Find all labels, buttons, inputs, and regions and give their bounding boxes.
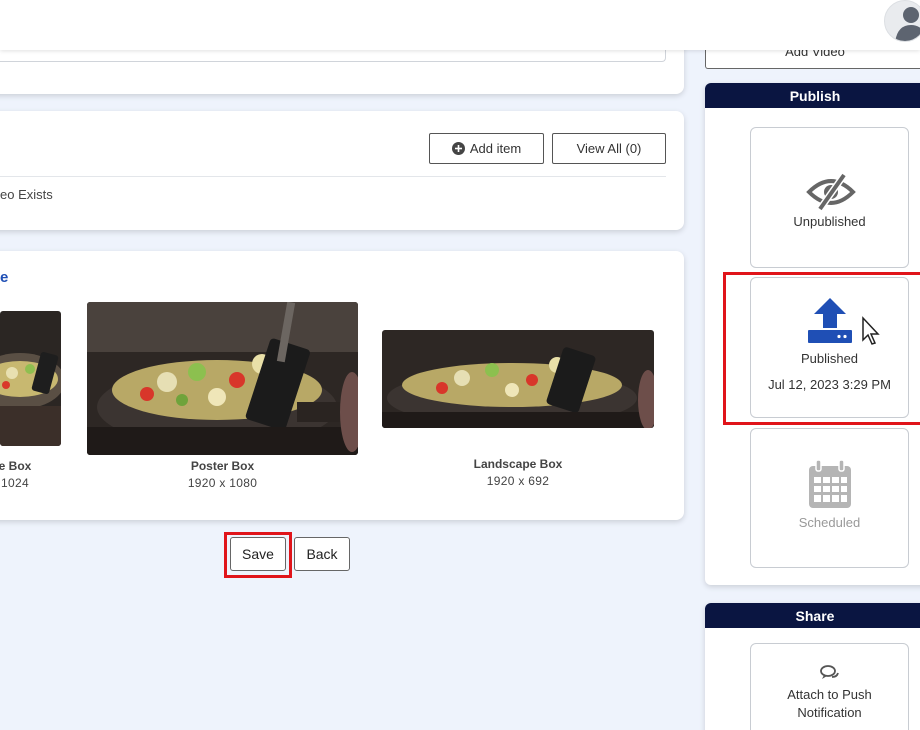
push-label-line1: Attach to Push [787,687,872,702]
image-size: 1920 x 1080 [187,476,258,490]
add-item-label: Add item [469,141,522,156]
divider [0,176,666,177]
scheduled-option[interactable]: Scheduled [750,428,909,568]
published-highlight [723,272,920,425]
square-box-image[interactable] [0,311,61,446]
user-avatar-icon[interactable] [884,0,920,42]
plus-circle-icon [451,142,465,155]
comments-icon [820,665,839,679]
poster-box-image[interactable] [87,302,358,455]
back-button[interactable]: Back [294,537,350,571]
publish-header: Publish [705,83,920,108]
eye-slash-icon [806,172,856,212]
view-all-button[interactable]: View All (0) [552,133,666,164]
image-title: e Box [0,459,32,473]
poster-box-caption: Poster Box 1920 x 1080 [87,459,358,490]
top-bar [0,0,920,50]
calendar-icon [809,459,851,508]
add-item-button[interactable]: Add item [429,133,544,164]
empty-message: eo Exists [0,187,53,202]
images-section-title: e [0,269,9,286]
push-label-line2: Notification [797,705,862,720]
landscape-box-caption: Landscape Box 1920 x 692 [382,457,654,488]
image-size: 1024 [1,476,29,490]
image-title: Landscape Box [473,457,563,471]
share-header: Share [705,603,920,628]
cursor-icon [862,316,880,345]
scheduled-label: Scheduled [798,515,861,530]
image-title: Poster Box [190,459,255,473]
save-button[interactable]: Save [230,537,286,571]
square-box-caption: e Box 1024 [0,459,70,490]
landscape-box-image[interactable] [382,330,654,428]
text-field[interactable] [0,50,666,62]
unpublished-label: Unpublished [793,214,866,229]
attach-push-notification-option[interactable]: Attach to Push Notification [750,643,909,730]
view-all-label: View All (0) [576,141,642,156]
related-items-card [0,111,684,230]
unpublished-option[interactable]: Unpublished [750,127,909,268]
image-size: 1920 x 692 [486,474,550,488]
